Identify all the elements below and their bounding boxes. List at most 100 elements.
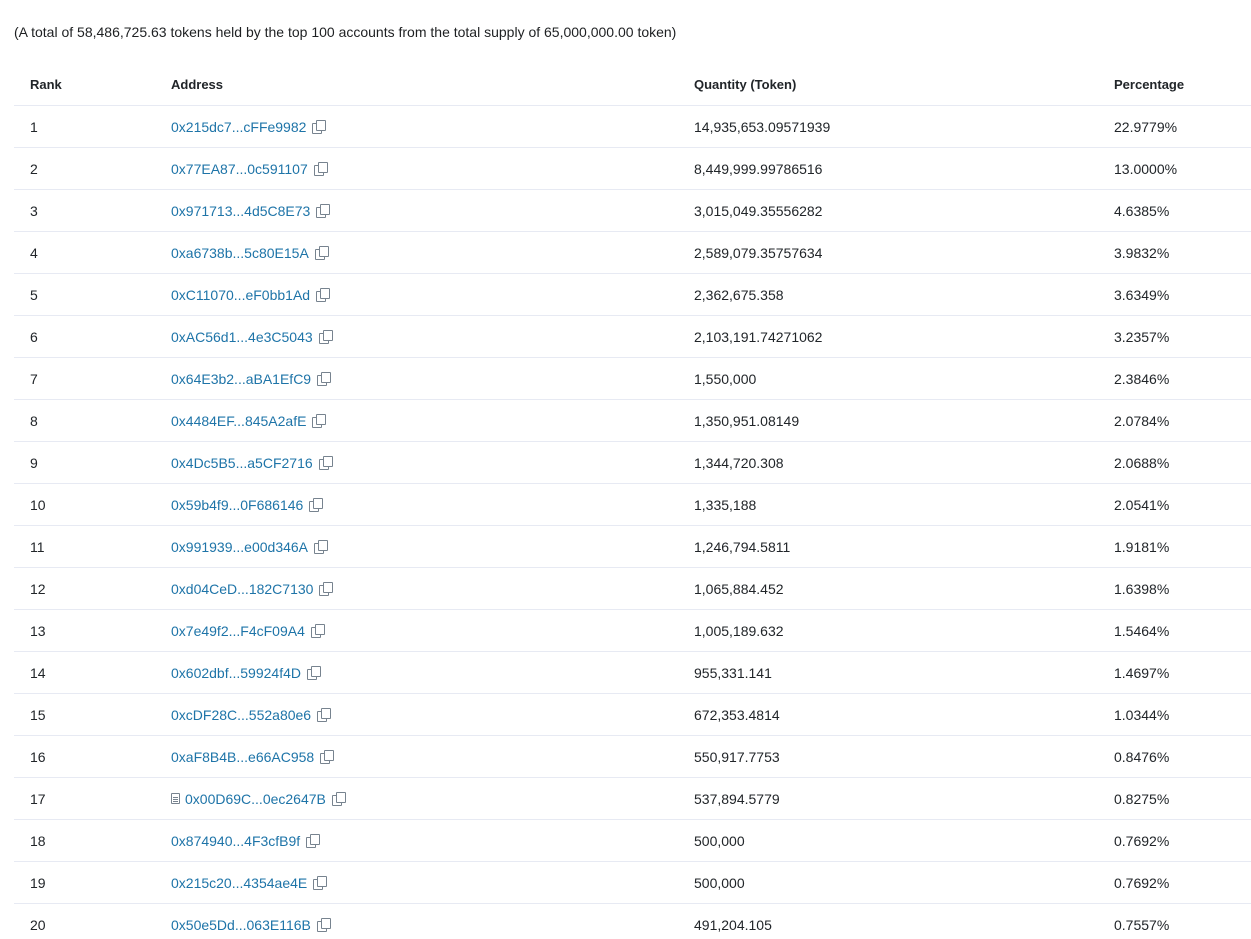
table-row: 19 0x215c20...4354ae4E 500,000 0.7692% bbox=[14, 862, 1251, 904]
table-row: 10 0x59b4f9...0F686146 1,335,188 2.0541% bbox=[14, 484, 1251, 526]
address-cell: 0x215dc7...cFFe9982 bbox=[171, 106, 327, 147]
quantity-cell: 537,894.5779 bbox=[694, 790, 780, 807]
address-link[interactable]: 0x991939...e00d346A bbox=[171, 539, 308, 555]
table-row: 9 0x4Dc5B5...a5CF2716 1,344,720.308 2.06… bbox=[14, 442, 1251, 484]
quantity-cell: 550,917.7753 bbox=[694, 748, 780, 765]
copy-icon[interactable] bbox=[307, 665, 321, 680]
address-cell: 0xaF8B4B...e66AC958 bbox=[171, 736, 335, 777]
address-cell: 0x602dbf...59924f4D bbox=[171, 652, 321, 693]
percentage-cell: 1.4697% bbox=[1114, 664, 1170, 681]
address-cell: 0x50e5Dd...063E116B bbox=[171, 904, 331, 939]
rank-cell: 16 bbox=[30, 748, 46, 765]
copy-icon[interactable] bbox=[320, 749, 335, 764]
quantity-cell: 672,353.4814 bbox=[694, 706, 780, 723]
address-link[interactable]: 0xC11070...eF0bb1Ad bbox=[171, 287, 310, 303]
address-link[interactable]: 0x874940...4F3cfB9f bbox=[171, 833, 300, 849]
copy-icon[interactable] bbox=[314, 245, 329, 260]
address-link[interactable]: 0x215c20...4354ae4E bbox=[171, 875, 307, 891]
quantity-cell: 1,335,188 bbox=[694, 496, 757, 513]
table-body: 1 0x215dc7...cFFe9982 14,935,653.0957193… bbox=[14, 106, 1251, 939]
contract-icon bbox=[171, 793, 180, 804]
percentage-cell: 3.2357% bbox=[1114, 328, 1170, 345]
header-percentage: Percentage bbox=[1114, 77, 1185, 92]
copy-icon[interactable] bbox=[310, 623, 325, 638]
table-row: 18 0x874940...4F3cfB9f 500,000 0.7692% bbox=[14, 820, 1251, 862]
copy-icon[interactable] bbox=[313, 161, 328, 176]
copy-icon[interactable] bbox=[318, 329, 333, 344]
address-link[interactable]: 0x64E3b2...aBA1EfC9 bbox=[171, 371, 311, 387]
percentage-cell: 3.6349% bbox=[1114, 286, 1170, 303]
address-cell: 0x59b4f9...0F686146 bbox=[171, 484, 324, 525]
table-row: 14 0x602dbf...59924f4D 955,331.141 1.469… bbox=[14, 652, 1251, 694]
copy-icon[interactable] bbox=[318, 455, 333, 470]
address-link[interactable]: 0x4484EF...845A2afE bbox=[171, 413, 306, 429]
copy-icon[interactable] bbox=[309, 497, 324, 512]
quantity-cell: 2,589,079.35757634 bbox=[694, 244, 823, 261]
address-link[interactable]: 0x50e5Dd...063E116B bbox=[171, 917, 311, 933]
header-rank: Rank bbox=[30, 77, 62, 92]
address-link[interactable]: 0xAC56d1...4e3C5043 bbox=[171, 329, 313, 345]
rank-cell: 20 bbox=[30, 916, 46, 933]
address-link[interactable]: 0xaF8B4B...e66AC958 bbox=[171, 749, 314, 765]
percentage-cell: 1.0344% bbox=[1114, 706, 1170, 723]
address-cell: 0x77EA87...0c591107 bbox=[171, 148, 328, 189]
rank-cell: 1 bbox=[30, 118, 38, 135]
copy-icon[interactable] bbox=[317, 707, 332, 722]
address-cell: 0x971713...4d5C8E73 bbox=[171, 190, 331, 231]
table-row: 11 0x991939...e00d346A 1,246,794.5811 1.… bbox=[14, 526, 1251, 568]
address-cell: 0xAC56d1...4e3C5043 bbox=[171, 316, 333, 357]
address-link[interactable]: 0xa6738b...5c80E15A bbox=[171, 245, 309, 261]
table-row: 7 0x64E3b2...aBA1EfC9 1,550,000 2.3846% bbox=[14, 358, 1251, 400]
address-link[interactable]: 0x77EA87...0c591107 bbox=[171, 161, 308, 177]
copy-icon[interactable] bbox=[316, 203, 331, 218]
rank-cell: 7 bbox=[30, 370, 38, 387]
quantity-cell: 2,362,675.358 bbox=[694, 286, 784, 303]
address-link[interactable]: 0x602dbf...59924f4D bbox=[171, 665, 301, 681]
address-cell: 0x64E3b2...aBA1EfC9 bbox=[171, 358, 332, 399]
address-link[interactable]: 0x00D69C...0ec2647B bbox=[185, 791, 326, 807]
percentage-cell: 1.5464% bbox=[1114, 622, 1170, 639]
address-link[interactable]: 0x215dc7...cFFe9982 bbox=[171, 119, 306, 135]
rank-cell: 2 bbox=[30, 160, 38, 177]
table-row: 15 0xcDF28C...552a80e6 672,353.4814 1.03… bbox=[14, 694, 1251, 736]
table-row: 12 0xd04CeD...182C7130 1,065,884.452 1.6… bbox=[14, 568, 1251, 610]
address-cell: 0xC11070...eF0bb1Ad bbox=[171, 274, 331, 315]
copy-icon[interactable] bbox=[312, 413, 327, 428]
copy-icon[interactable] bbox=[314, 539, 329, 554]
quantity-cell: 1,344,720.308 bbox=[694, 454, 784, 471]
address-cell: 0xd04CeD...182C7130 bbox=[171, 568, 334, 609]
rank-cell: 19 bbox=[30, 874, 46, 891]
percentage-cell: 0.7557% bbox=[1114, 916, 1170, 933]
percentage-cell: 3.9832% bbox=[1114, 244, 1170, 261]
address-link[interactable]: 0x59b4f9...0F686146 bbox=[171, 497, 303, 513]
percentage-cell: 2.0784% bbox=[1114, 412, 1170, 429]
quantity-cell: 1,005,189.632 bbox=[694, 622, 784, 639]
copy-icon[interactable] bbox=[306, 833, 321, 848]
percentage-cell: 0.7692% bbox=[1114, 874, 1170, 891]
address-cell: 0x4484EF...845A2afE bbox=[171, 400, 327, 441]
rank-cell: 5 bbox=[30, 286, 38, 303]
copy-icon[interactable] bbox=[317, 371, 332, 386]
address-link[interactable]: 0x971713...4d5C8E73 bbox=[171, 203, 310, 219]
quantity-cell: 1,065,884.452 bbox=[694, 580, 784, 597]
header-address: Address bbox=[171, 77, 224, 92]
copy-icon[interactable] bbox=[313, 875, 328, 890]
rank-cell: 17 bbox=[30, 790, 46, 807]
table-row: 8 0x4484EF...845A2afE 1,350,951.08149 2.… bbox=[14, 400, 1251, 442]
copy-icon[interactable] bbox=[316, 287, 331, 302]
address-cell: 0xcDF28C...552a80e6 bbox=[171, 694, 332, 735]
address-link[interactable]: 0xcDF28C...552a80e6 bbox=[171, 707, 311, 723]
rank-cell: 4 bbox=[30, 244, 38, 261]
address-link[interactable]: 0x4Dc5B5...a5CF2716 bbox=[171, 455, 313, 471]
copy-icon[interactable] bbox=[319, 581, 334, 596]
table-row: 20 0x50e5Dd...063E116B 491,204.105 0.755… bbox=[14, 904, 1251, 939]
percentage-cell: 2.0541% bbox=[1114, 496, 1170, 513]
copy-icon[interactable] bbox=[316, 917, 331, 932]
address-link[interactable]: 0x7e49f2...F4cF09A4 bbox=[171, 623, 305, 639]
quantity-cell: 1,350,951.08149 bbox=[694, 412, 800, 429]
quantity-cell: 491,204.105 bbox=[694, 916, 772, 933]
table-row: 13 0x7e49f2...F4cF09A4 1,005,189.632 1.5… bbox=[14, 610, 1251, 652]
copy-icon[interactable] bbox=[312, 119, 327, 134]
copy-icon[interactable] bbox=[331, 791, 346, 806]
address-link[interactable]: 0xd04CeD...182C7130 bbox=[171, 581, 313, 597]
